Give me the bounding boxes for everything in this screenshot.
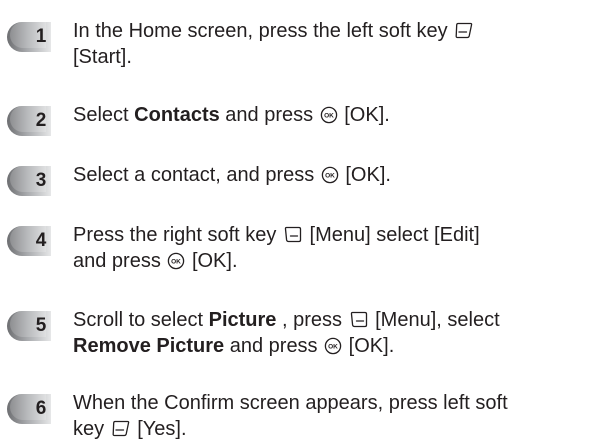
step-number: 1 [35, 26, 47, 47]
ui-item-name: Contacts [134, 104, 220, 126]
ok-key-icon: OK [321, 166, 339, 184]
step-text: Scroll to select Picture , press [Menu],… [73, 307, 593, 359]
step-text-segment: [Menu] select [Edit] [303, 224, 480, 246]
step-text: Select Contacts and press OK [OK]. [73, 102, 593, 128]
ui-item-name: Remove Picture [73, 335, 225, 357]
step-text-segment: [OK]. [186, 250, 238, 272]
step-text-line: and press OK [OK]. [73, 248, 593, 274]
ui-item-name: Picture [208, 309, 277, 331]
step-text: Press the right soft key [Menu] select [… [73, 222, 593, 274]
step-text-segment: [Start]. [73, 46, 132, 68]
right-soft-key-icon [349, 310, 369, 329]
step-text-segment: and press [219, 104, 319, 126]
step-number-badge: 3 [6, 165, 52, 197]
step-text-segment: [Yes]. [131, 418, 187, 440]
svg-text:OK: OK [172, 259, 182, 266]
step-number-badge: 5 [6, 310, 52, 342]
step-text-segment: and press [73, 250, 167, 272]
instruction-steps: 1 In the Home screen, press the left sof… [0, 0, 598, 445]
step-text-line: In the Home screen, press the left soft … [73, 18, 593, 44]
step-text-segment: Press the right soft key [73, 224, 282, 246]
step-text-segment: Scroll to select [73, 309, 209, 331]
svg-text:OK: OK [328, 344, 338, 351]
right-soft-key-icon [283, 225, 303, 244]
step-number: 6 [35, 398, 47, 419]
step-text-segment: Select [73, 104, 135, 126]
step-number: 2 [35, 110, 47, 131]
step-text-line: Press the right soft key [Menu] select [… [73, 222, 593, 248]
step-text-line: Select Contacts and press OK [OK]. [73, 102, 593, 128]
step-text-segment: Select a contact, and press [73, 164, 320, 186]
step-number: 4 [35, 230, 47, 251]
step-number: 3 [35, 170, 47, 191]
step-text-segment: , press [276, 309, 348, 331]
step-text-segment: In the Home screen, press the left soft … [73, 20, 454, 42]
step-text-line: key [Yes]. [73, 416, 593, 442]
step-text-line: [Start]. [73, 44, 593, 70]
step-number-badge: 1 [6, 21, 52, 53]
ok-key-icon: OK [167, 252, 185, 270]
left-soft-key-icon [454, 21, 474, 40]
step-number-badge: 6 [6, 393, 52, 425]
step-text-line: Remove Picture and press OK [OK]. [73, 333, 593, 359]
step-text: Select a contact, and press OK [OK]. [73, 162, 593, 188]
step-text-segment: When the Confirm screen appears, press l… [73, 392, 508, 414]
step-text-segment: [OK]. [338, 104, 390, 126]
ok-key-icon: OK [320, 106, 338, 124]
step-text-segment: [OK]. [343, 335, 395, 357]
step-text-segment: and press [224, 335, 324, 357]
svg-text:OK: OK [324, 113, 334, 120]
step-number-badge: 4 [6, 225, 52, 257]
step-text-segment: key [73, 418, 110, 440]
step-number: 5 [35, 315, 47, 336]
ok-key-icon: OK [324, 337, 342, 355]
step-text: In the Home screen, press the left soft … [73, 18, 593, 70]
step-text-segment: [OK]. [339, 164, 391, 186]
step-text-segment: [Menu], select [369, 309, 500, 331]
step-text-line: When the Confirm screen appears, press l… [73, 390, 593, 416]
step-text-line: Select a contact, and press OK [OK]. [73, 162, 593, 188]
step-text-line: Scroll to select Picture , press [Menu],… [73, 307, 593, 333]
left-soft-key-icon [111, 419, 131, 438]
svg-text:OK: OK [325, 173, 335, 180]
step-text: When the Confirm screen appears, press l… [73, 390, 593, 442]
step-number-badge: 2 [6, 105, 52, 137]
